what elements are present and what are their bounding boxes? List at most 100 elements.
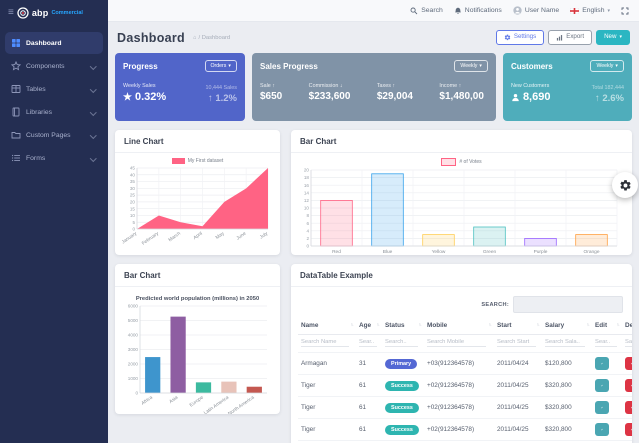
- column-header-name[interactable]: Name↑↓: [298, 317, 356, 335]
- svg-text:Purple: Purple: [534, 249, 548, 255]
- sort-icon[interactable]: ↑↓: [616, 322, 619, 327]
- table-filter-row: [298, 335, 632, 353]
- sort-icon[interactable]: ↑↓: [418, 322, 421, 327]
- sidebar-item-components[interactable]: Components: [5, 55, 103, 77]
- star-outline-icon: [11, 61, 21, 71]
- legend-label: # of Votes: [459, 159, 481, 165]
- edit-button[interactable]: [595, 357, 609, 370]
- taxes-value: $29,004: [377, 92, 413, 102]
- edit-button[interactable]: [595, 423, 609, 436]
- customers-weekly-dropdown[interactable]: Weekly ▾: [590, 60, 624, 72]
- column-header-edit[interactable]: Edit↑↓: [592, 317, 622, 335]
- dashboard-icon: [11, 38, 21, 48]
- export-button[interactable]: Export: [548, 30, 592, 45]
- caret-down-icon: ▾: [479, 63, 482, 69]
- new-customers-number: 8,690: [523, 92, 551, 103]
- line-chart-legend[interactable]: My First dataset: [122, 158, 273, 164]
- orders-dropdown[interactable]: Orders ▾: [205, 60, 237, 72]
- column-header-salary[interactable]: Salary ↑↓: [542, 317, 592, 335]
- table-search-label: SEARCH:: [481, 302, 509, 308]
- sort-icon[interactable]: ↑↓: [586, 322, 589, 327]
- flag-icon: [570, 8, 579, 14]
- filter-status-input[interactable]: [385, 338, 418, 347]
- total-customers-label: Total 182,444: [592, 85, 624, 91]
- theme-settings-button[interactable]: [612, 172, 638, 198]
- column-header-delete[interactable]: De: [622, 317, 632, 335]
- search-button[interactable]: Search: [410, 7, 443, 15]
- commission-label: Commission ↓: [309, 83, 351, 89]
- population-chart-card-body: Predicted world population (millions) in…: [115, 287, 280, 414]
- user-menu[interactable]: User Name: [513, 6, 559, 15]
- table-search-input[interactable]: [513, 296, 623, 313]
- pencil-icon: [601, 426, 603, 433]
- svg-text:0: 0: [135, 391, 138, 396]
- hamburger-icon[interactable]: ≡: [8, 8, 14, 18]
- filter-mobile-input[interactable]: [427, 338, 486, 347]
- sort-icon[interactable]: ↑↓: [536, 322, 539, 327]
- list-icon: [11, 153, 21, 163]
- fullscreen-button[interactable]: [621, 7, 629, 15]
- column-label: Mobile: [427, 322, 447, 329]
- filter-start-input[interactable]: [497, 338, 536, 347]
- column-header-start[interactable]: Start↑↓: [494, 317, 542, 335]
- sidebar-item-tables[interactable]: Tables: [5, 78, 103, 100]
- search-icon: [410, 7, 418, 15]
- income-metric: Income ↑ $1,480,00: [439, 83, 484, 102]
- home-icon[interactable]: ⌂: [193, 35, 197, 41]
- sort-icon[interactable]: ↑↓: [350, 322, 353, 327]
- column-header-status[interactable]: Status↑↓: [382, 317, 424, 335]
- filter-salary-input[interactable]: [545, 338, 585, 347]
- svg-text:5: 5: [132, 220, 135, 225]
- logo-suffix: Commercial: [51, 10, 83, 16]
- new-customers-label: New Customers: [511, 83, 551, 89]
- svg-text:35: 35: [130, 179, 136, 184]
- filter-age-input[interactable]: [359, 338, 377, 347]
- delete-button[interactable]: [625, 401, 632, 414]
- delete-button[interactable]: [625, 379, 632, 392]
- notifications-button[interactable]: Notifications: [454, 7, 502, 15]
- sidebar-item-custom-pages[interactable]: Custom Pages: [5, 124, 103, 146]
- sidebar-item-forms[interactable]: Forms: [5, 147, 103, 169]
- abp-logo-icon: [17, 7, 29, 19]
- votes-bar-chart: 02468101214161820RedBlueYellowGreenPurpl…: [298, 167, 625, 255]
- sales-weekly-dropdown[interactable]: Weekly ▾: [454, 60, 488, 72]
- sidebar-item-dashboard[interactable]: Dashboard: [5, 32, 103, 54]
- sort-icon[interactable]: ↑↓: [376, 322, 379, 327]
- topbar: Search Notifications User Name English ▾: [108, 0, 639, 22]
- column-label: Salary: [545, 322, 564, 329]
- new-customers-value: 8,690: [511, 92, 551, 103]
- delete-button[interactable]: [625, 357, 632, 370]
- new-button[interactable]: New ▾: [596, 30, 630, 45]
- edit-button[interactable]: [595, 401, 609, 414]
- filter-edit-input[interactable]: [595, 338, 617, 347]
- filter-name-input[interactable]: [301, 338, 349, 347]
- logo-row: ≡ abp Commercial: [0, 0, 108, 28]
- settings-button[interactable]: Settings: [496, 30, 544, 45]
- votes-chart-card-title: Bar Chart: [291, 130, 632, 153]
- chevron-down-icon: [90, 155, 96, 161]
- cell-mobile: +02(912364578): [424, 419, 494, 441]
- sort-icon[interactable]: ↑↓: [488, 322, 491, 327]
- logo-text[interactable]: abp: [32, 8, 49, 18]
- column-label: Age: [359, 322, 371, 329]
- column-header-age[interactable]: Age ↑↓: [356, 317, 382, 335]
- svg-text:14: 14: [304, 190, 310, 195]
- table-row: Tiger 61 Success +02(912364578) 2011/04/…: [298, 419, 632, 441]
- datatable-card-body: SEARCH: Name↑↓ Age ↑↓ Status↑↓ Mobile ↑↓: [291, 287, 632, 443]
- table-header-row: Name↑↓ Age ↑↓ Status↑↓ Mobile ↑↓ Start↑↓ S…: [298, 317, 632, 335]
- delete-button[interactable]: [625, 423, 632, 436]
- status-badge: Success: [385, 403, 419, 413]
- svg-text:Africa: Africa: [140, 395, 154, 407]
- edit-button[interactable]: [595, 379, 609, 392]
- filter-delete-input[interactable]: [625, 338, 632, 347]
- table-row: Tiger 61 Success +02(912364578) 2011/04/…: [298, 397, 632, 419]
- sidebar-item-libraries[interactable]: Libraries: [5, 101, 103, 123]
- column-header-mobile[interactable]: Mobile ↑↓: [424, 317, 494, 335]
- sales-card-title: Sales Progress: [260, 62, 318, 71]
- language-menu[interactable]: English ▾: [570, 7, 610, 14]
- progress-card: Progress Orders ▾ Weekly Sales ★ 0.32% 1…: [115, 53, 245, 121]
- cell-name: Tiger: [298, 397, 356, 419]
- taxes-label: Taxes ↑: [377, 83, 413, 89]
- votes-chart-legend[interactable]: # of Votes: [298, 158, 625, 166]
- svg-text:4: 4: [306, 228, 309, 233]
